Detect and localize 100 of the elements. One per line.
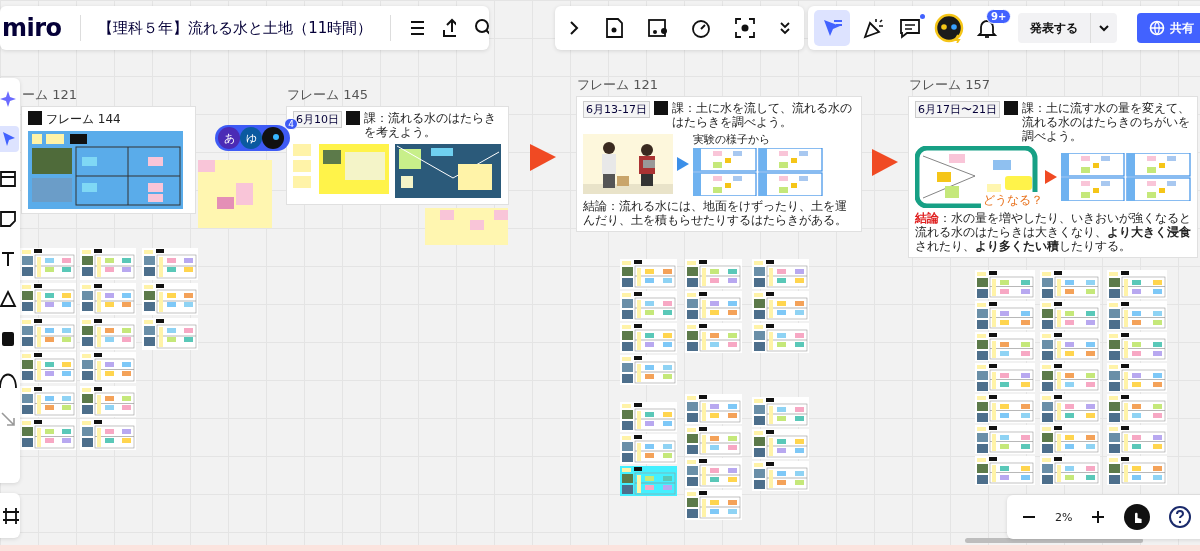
worksheet-thumbnail — [975, 363, 1035, 392]
worksheet-thumbnail — [752, 461, 809, 491]
worksheet-thumbnail — [1107, 301, 1167, 330]
globe-icon — [1149, 20, 1165, 36]
hand-icon[interactable] — [1124, 504, 1151, 530]
text-icon — [0, 250, 17, 268]
notification-badge: 9+ — [986, 9, 1012, 24]
worksheet-thumbnail — [752, 259, 809, 289]
focus-icon[interactable] — [733, 17, 756, 39]
worksheet-thumbnail — [80, 352, 136, 383]
worksheet-thumbnail — [20, 352, 76, 383]
menu-icon[interactable] — [409, 18, 424, 38]
worksheet-thumbnail — [752, 323, 809, 353]
worksheet-thumbnail — [1107, 394, 1167, 423]
worksheet-thumbnail — [975, 394, 1035, 423]
worksheet-thumbnail — [1040, 456, 1100, 485]
worksheet-thumbnail — [752, 429, 809, 459]
party-popper-icon[interactable] — [862, 16, 886, 40]
worksheet-thumbnail — [142, 318, 198, 350]
triangle-arrow — [1045, 170, 1057, 184]
redaction-block — [653, 101, 668, 115]
frame-title[interactable]: ーム 121 — [22, 86, 77, 104]
whiteboard-canvas[interactable] — [0, 0, 1200, 551]
worksheet-thumbnail — [620, 402, 677, 432]
worksheet-thumbnail — [1107, 456, 1167, 485]
cat-avatar-icon[interactable] — [262, 127, 284, 149]
user-avatar[interactable]: ゆ — [240, 127, 262, 149]
date-note: 6月10日 — [293, 111, 342, 128]
logo[interactable]: miro — [2, 14, 62, 42]
presence-bubble[interactable]: あ ゆ — [215, 125, 290, 151]
conclusion-text: 結論：流れる水には、地面をけずったり、土を運んだり、土を積もらせたりするはたらきがある。 — [583, 199, 848, 227]
board-title[interactable]: 【理科５年】流れる水と土地（11時間） — [98, 18, 373, 38]
date-note: 6月17日〜21日 — [915, 101, 1000, 118]
frame-card[interactable]: 6月13-17日 課：土に水を流して、流れる水のはたらきを調べよう。 実験の様子から 結論：流れる水には、地面をけずったり、土を運んだり、土を積もらせたりするはたらきがある。 — [577, 97, 861, 231]
grid-tool-icon[interactable] — [2, 506, 20, 525]
worksheet-thumbnail — [20, 419, 76, 450]
upload-icon[interactable] — [441, 18, 457, 38]
worksheet-thumbnail — [975, 270, 1035, 299]
frame-card[interactable]: フレーム 144 — [22, 107, 195, 213]
arrow-icon — [0, 410, 17, 428]
worksheet-thumbnail — [1107, 270, 1167, 299]
worksheet-thumbnail — [142, 248, 198, 280]
redaction-block — [1004, 101, 1018, 115]
select-tool[interactable] — [0, 126, 19, 152]
worksheet-thumbnail — [1107, 425, 1167, 454]
worksheet-thumbnail — [1040, 270, 1100, 299]
zoom-level: 2% — [1055, 510, 1073, 524]
worksheet-thumbnail — [142, 283, 198, 315]
worksheet-thumbnail — [685, 259, 742, 289]
zoom-in-icon[interactable] — [1090, 509, 1107, 525]
worksheet-thumbnail — [685, 426, 742, 456]
cat-avatar-icon[interactable] — [934, 13, 964, 43]
worksheet-thumbnail — [685, 490, 742, 520]
task-text: 課：土に水を流して、流れる水のはたらきを調べよう。 — [671, 101, 853, 129]
worksheet-thumbnail — [975, 456, 1035, 485]
worksheet-thumbnail — [20, 318, 76, 350]
count-badge: 4 — [284, 118, 298, 130]
worksheet-thumbnail — [620, 259, 677, 289]
worksheet-thumbnail — [752, 397, 809, 427]
worksheet-thumbnail — [1040, 394, 1100, 423]
worksheet-thumbnail — [20, 283, 76, 315]
worksheet-thumbnail — [80, 283, 136, 315]
frame-title[interactable]: フレーム 157 — [909, 76, 990, 94]
worksheet-thumbnail — [1040, 301, 1100, 330]
worksheet-thumbnail — [620, 323, 677, 353]
image-frame-icon[interactable] — [646, 17, 669, 39]
worksheet-thumbnail — [1107, 332, 1167, 361]
triangle-arrow — [530, 144, 556, 171]
comment-icon[interactable] — [898, 16, 922, 40]
help-icon[interactable] — [1168, 505, 1193, 529]
triangle-arrow — [872, 149, 898, 176]
frame-card[interactable]: 6月17日〜21日 課：土に流す水の量を変えて、流れる水のはたらきのちがいを調べよう。 どうなる？ 結論：水の量を増やしたり、いきおいが強くなると流れる水のはたらきは大きくなり、より大きく浸食されたり、より多くたい積したりする。 — [909, 97, 1197, 257]
document-eye-icon[interactable] — [603, 17, 626, 39]
worksheet-thumbnail — [620, 434, 677, 464]
worksheet-thumbnail — [80, 318, 136, 350]
date-note: 6月13-17日 — [583, 101, 650, 118]
redaction-block — [346, 111, 360, 125]
worksheet-thumbnail — [1040, 363, 1100, 392]
frame-title[interactable]: フレーム 145 — [287, 86, 368, 104]
timer-icon[interactable] — [690, 17, 713, 39]
worksheet-thumbnail — [80, 419, 136, 450]
triangle-arrow — [677, 157, 689, 171]
worksheet-thumbnail — [620, 291, 677, 321]
worksheet-thumbnail — [80, 386, 136, 417]
share-button[interactable]: 共有 — [1137, 13, 1200, 43]
cursor-tool-button[interactable] — [814, 10, 850, 46]
user-avatar[interactable]: あ — [218, 127, 240, 149]
worksheet-thumbnail — [975, 332, 1035, 361]
worksheet-thumbnail — [752, 291, 809, 321]
task-text: 課：土に流す水の量を変えて、流れる水のはたらきのちがいを調べよう。 — [1022, 101, 1191, 143]
frame-title[interactable]: フレーム 121 — [577, 76, 658, 94]
worksheet-thumbnail — [685, 323, 742, 353]
sticky-icon — [0, 210, 17, 228]
worksheet-thumbnail — [1040, 332, 1100, 361]
conclusion-text: 結論：水の量を増やしたり、いきおいが強くなると流れる水のはたらきは大きくなり、より大きく浸食されたり、より多くたい積したりする。 — [915, 211, 1191, 253]
worksheet-thumbnail — [975, 425, 1035, 454]
worksheet-thumbnail — [620, 466, 677, 496]
shape-icon — [0, 290, 17, 308]
ai-icon — [0, 90, 17, 108]
worksheet-thumbnail — [1040, 425, 1100, 454]
